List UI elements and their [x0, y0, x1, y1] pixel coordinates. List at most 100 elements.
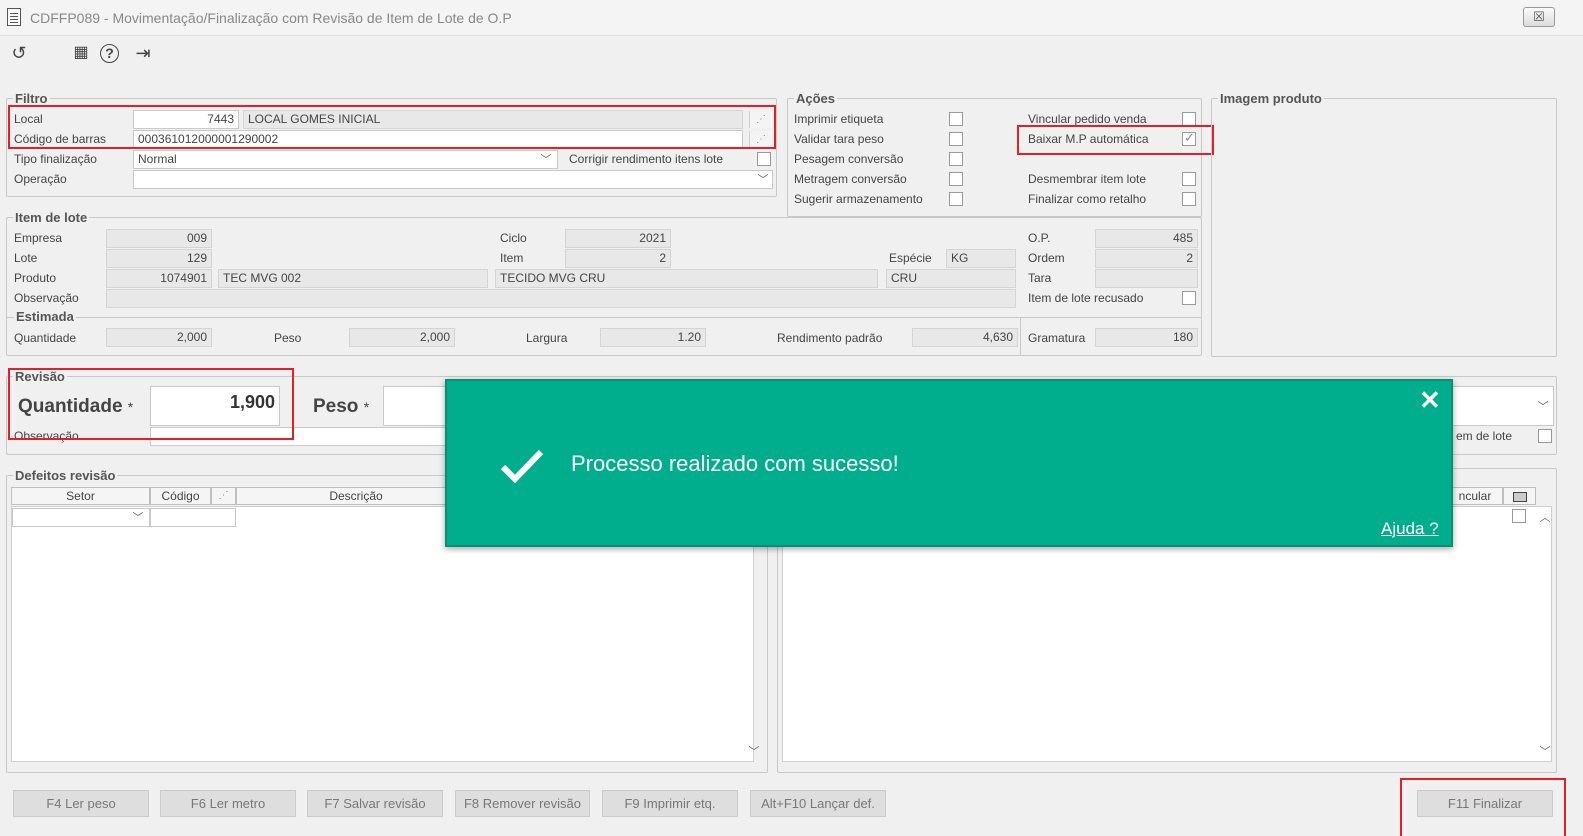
revisao-item-lote-checkbox[interactable]: [1538, 429, 1552, 443]
sugerir-armazenamento-checkbox[interactable]: [949, 192, 963, 206]
toast-help-link[interactable]: Ajuda ?: [1381, 519, 1439, 539]
scroll-down-icon[interactable]: ﹀: [748, 746, 760, 758]
scroll-up-icon[interactable]: ︿: [1539, 512, 1551, 524]
refresh-icon[interactable]: ↺: [8, 42, 30, 64]
validar-tara-checkbox[interactable]: [949, 132, 963, 146]
col-codigo[interactable]: Código: [150, 487, 211, 505]
f6-ler-metro-button[interactable]: F6 Ler metro: [160, 790, 296, 817]
pesagem-conversao-label: Pesagem conversão: [794, 152, 904, 166]
document-icon: [7, 8, 21, 26]
ordem-label: Ordem: [1028, 251, 1065, 265]
corrigir-rendimento-label: Corrigir rendimento itens lote: [569, 152, 724, 166]
alt-f10-lancar-def-button[interactable]: Alt+F10 Lançar def.: [750, 790, 886, 817]
f7-salvar-revisao-button[interactable]: F7 Salvar revisão: [307, 790, 443, 817]
desmembrar-checkbox[interactable]: [1182, 172, 1196, 186]
estimada-peso-label: Peso: [274, 331, 302, 345]
gramatura-label: Gramatura: [1028, 331, 1086, 345]
baixar-mp-label: Baixar M.P automática: [1028, 132, 1149, 146]
observacao-field: [106, 289, 1016, 308]
setor-select[interactable]: [12, 508, 150, 527]
finalizar-retalho-label: Finalizar como retalho: [1028, 192, 1147, 206]
finalizar-retalho-checkbox[interactable]: [1182, 192, 1196, 206]
produto-desc-field: TECIDO MVG CRU: [495, 269, 878, 288]
baixar-mp-checkbox[interactable]: [1182, 130, 1196, 146]
estimada-peso-field: 2,000: [349, 328, 455, 347]
codigo-input[interactable]: [150, 508, 236, 527]
filtro-legend: Filtro: [15, 91, 48, 106]
revisao-peso-label: Peso *: [313, 396, 370, 417]
row-vincular-checkbox[interactable]: [1512, 509, 1526, 523]
revisao-quantidade-input[interactable]: 1,900: [150, 386, 280, 426]
imprimir-etiqueta-checkbox[interactable]: [949, 112, 963, 126]
help-icon[interactable]: ?: [100, 44, 119, 63]
op-field: 485: [1095, 229, 1198, 248]
imagem-produto-legend: Imagem produto: [1220, 91, 1322, 106]
especie-cru-field: CRU: [886, 269, 1016, 288]
ordem-field: 2: [1095, 249, 1198, 268]
revisao-peso-input[interactable]: [383, 386, 453, 426]
chevron-down-icon[interactable]: ﹀: [132, 512, 144, 524]
chevron-down-icon[interactable]: ﹀: [1537, 401, 1549, 413]
metragem-conversao-checkbox[interactable]: [949, 172, 963, 186]
rendimento-field: 4,630: [912, 328, 1018, 347]
validar-tara-label: Validar tara peso: [794, 132, 884, 146]
window-title: CDFFP089 - Movimentação/Finalização com …: [30, 10, 512, 26]
item-field: 2: [565, 249, 671, 268]
pesagem-conversao-checkbox[interactable]: [949, 152, 963, 166]
operacao-label: Operação: [14, 172, 67, 186]
largura-label: Largura: [526, 331, 568, 345]
f4-ler-peso-button[interactable]: F4 Ler peso: [13, 790, 149, 817]
col-setor[interactable]: Setor: [11, 487, 150, 505]
title-bar: CDFFP089 - Movimentação/Finalização com …: [0, 0, 1583, 36]
exit-icon[interactable]: ⇥: [132, 42, 154, 64]
col-vincular[interactable]: ncular: [1447, 487, 1503, 505]
vincular-pedido-checkbox[interactable]: [1182, 112, 1196, 126]
lote-label: Lote: [14, 251, 38, 265]
barcode-label: Código de barras: [14, 132, 107, 146]
largura-field: 1.20: [600, 328, 706, 347]
toolbar: [0, 36, 1583, 70]
barcode-field[interactable]: 000361012000001290002: [133, 130, 743, 149]
local-name-field: LOCAL GOMES INICIAL: [243, 110, 743, 129]
produto-ref-field: TEC MVG 002: [218, 269, 488, 288]
revisao-observacao-input[interactable]: [150, 427, 450, 446]
imagem-produto-group: Imagem produto: [1211, 91, 1557, 357]
item-recusado-checkbox[interactable]: [1182, 291, 1196, 305]
item-recusado-label: Item de lote recusado: [1028, 291, 1144, 305]
metragem-conversao-label: Metragem conversão: [794, 172, 907, 186]
toast-close-icon[interactable]: ✕: [1419, 385, 1441, 416]
revisao-legend: Revisão: [15, 369, 65, 384]
tara-label: Tara: [1028, 271, 1052, 285]
calendar-icon[interactable]: ▦: [70, 42, 92, 64]
chevron-down-icon[interactable]: ﹀: [540, 154, 552, 166]
lote-field: 129: [106, 249, 212, 268]
f9-imprimir-etq-button[interactable]: F9 Imprimir etq.: [602, 790, 738, 817]
ciclo-label: Ciclo: [500, 231, 527, 245]
empresa-field: 009: [106, 229, 212, 248]
success-toast: Processo realizado com sucesso! ✕ Ajuda …: [445, 379, 1453, 547]
f8-remover-revisao-button[interactable]: F8 Remover revisão: [455, 790, 590, 817]
local-search-icon[interactable]: ⋰: [749, 111, 772, 128]
operacao-select[interactable]: [133, 170, 773, 189]
gramatura-field: 180: [1095, 328, 1198, 347]
col-codigo-search-icon[interactable]: ⋰: [211, 487, 236, 505]
barcode-search-icon[interactable]: ⋰: [749, 131, 772, 148]
estimada-legend: Estimada: [14, 309, 76, 324]
defeitos-legend: Defeitos revisão: [15, 468, 116, 483]
especie-field: KG: [946, 249, 1016, 268]
produto-code-field: 1074901: [106, 269, 212, 288]
ciclo-field: 2021: [565, 229, 671, 248]
estimada-divider: [6, 317, 1202, 318]
close-window-button[interactable]: ☒: [1523, 7, 1555, 27]
col-descricao[interactable]: Descrição: [236, 487, 476, 505]
scroll-down-icon[interactable]: ﹀: [1539, 746, 1551, 758]
corrigir-rendimento-checkbox[interactable]: [757, 152, 771, 166]
gramatura-divider: [1020, 318, 1021, 356]
f11-finalizar-button[interactable]: F11 Finalizar: [1417, 790, 1553, 817]
tipo-finalizacao-select[interactable]: Normal: [133, 150, 558, 169]
local-code-field[interactable]: 7443: [133, 110, 239, 129]
desmembrar-label: Desmembrar item lote: [1028, 172, 1147, 186]
chevron-down-icon[interactable]: ﹀: [757, 174, 769, 186]
col-select-all-icon[interactable]: [1503, 487, 1536, 505]
tara-field: [1095, 269, 1198, 288]
